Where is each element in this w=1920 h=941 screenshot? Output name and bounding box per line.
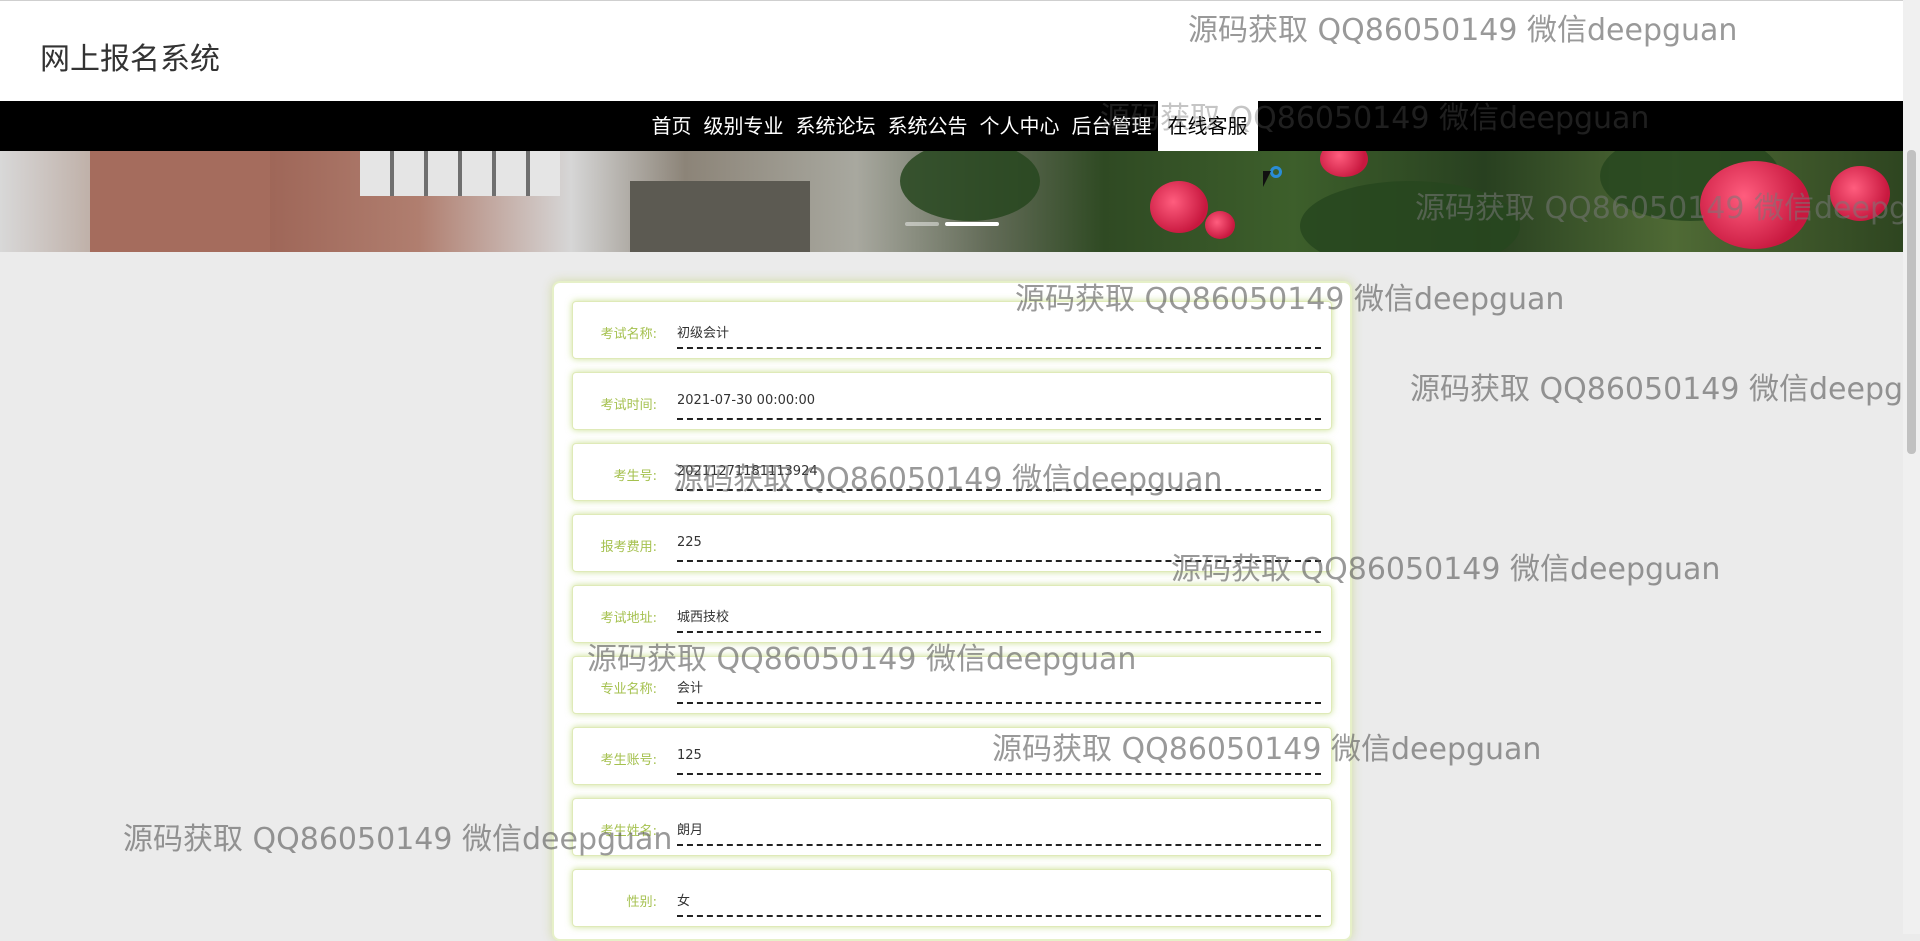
site-title: 网上报名系统 bbox=[40, 42, 220, 77]
field-label: 考生号: bbox=[613, 469, 657, 484]
field-label: 报考费用: bbox=[600, 540, 657, 555]
nav-item-level-major[interactable]: 级别专业 bbox=[698, 101, 790, 151]
banner-carousel[interactable] bbox=[0, 151, 1903, 252]
nav-item-announcements[interactable]: 系统公告 bbox=[882, 101, 974, 151]
exam-detail-card: 考试名称: 初级会计 考试时间: 2021-07-30 00:00:00 考生号… bbox=[552, 281, 1352, 941]
nav-item-forum[interactable]: 系统论坛 bbox=[790, 101, 882, 151]
banner-flower bbox=[1700, 161, 1810, 249]
field-label: 考试名称: bbox=[600, 327, 657, 342]
field-underline bbox=[677, 844, 1321, 846]
field-value: 125 bbox=[677, 748, 702, 763]
field-underline bbox=[677, 347, 1321, 349]
field-row-fee: 报考费用: 225 bbox=[572, 514, 1332, 572]
field-row-candidate-number: 考生号: 20211271181113924 bbox=[572, 443, 1332, 501]
banner-flower bbox=[1830, 166, 1890, 221]
field-underline bbox=[677, 418, 1321, 420]
field-row-exam-address: 考试地址: 城西技校 bbox=[572, 585, 1332, 643]
mouse-cursor-icon bbox=[1263, 171, 1279, 187]
nav-item-home[interactable]: 首页 bbox=[646, 101, 698, 151]
banner-leaf bbox=[900, 151, 1040, 221]
field-value: 女 bbox=[677, 894, 691, 909]
field-value: 20211271181113924 bbox=[677, 464, 818, 479]
field-underline bbox=[677, 915, 1321, 917]
field-label: 考生姓名: bbox=[600, 824, 657, 839]
field-row-major-name: 专业名称: 会计 bbox=[572, 656, 1332, 714]
banner-flower bbox=[1150, 181, 1208, 233]
field-underline bbox=[677, 773, 1321, 775]
banner-building-left bbox=[90, 151, 270, 252]
nav-item-admin[interactable]: 后台管理 bbox=[1066, 101, 1158, 151]
field-row-exam-name: 考试名称: 初级会计 bbox=[572, 301, 1332, 359]
field-value: 会计 bbox=[677, 681, 704, 696]
field-underline bbox=[677, 631, 1321, 633]
field-value: 朗月 bbox=[677, 823, 704, 838]
watermark-text: 源码获取 QQ86050149 微信deepguan bbox=[1410, 372, 1920, 407]
banner-building-center bbox=[630, 181, 810, 252]
field-label: 性别: bbox=[626, 895, 657, 910]
carousel-indicator[interactable] bbox=[905, 222, 939, 226]
field-underline bbox=[677, 489, 1321, 491]
field-label: 考试地址: bbox=[600, 611, 657, 626]
banner-flower bbox=[1205, 211, 1235, 239]
field-value: 2021-07-30 00:00:00 bbox=[677, 393, 816, 408]
banner-flower bbox=[1320, 151, 1368, 177]
field-value: 初级会计 bbox=[677, 326, 730, 341]
main-nav: 首页 级别专业 系统论坛 系统公告 个人中心 后台管理 在线客服 bbox=[0, 101, 1903, 151]
page-scrollbar[interactable] bbox=[1903, 0, 1920, 934]
top-header: 网上报名系统 bbox=[0, 0, 1903, 101]
carousel-indicator-active[interactable] bbox=[945, 222, 999, 226]
field-row-candidate-account: 考生账号: 125 bbox=[572, 727, 1332, 785]
field-label: 考生账号: bbox=[600, 753, 657, 768]
nav-item-personal-center[interactable]: 个人中心 bbox=[974, 101, 1066, 151]
nav-item-online-service[interactable]: 在线客服 bbox=[1157, 101, 1258, 151]
field-underline bbox=[677, 702, 1321, 704]
field-row-candidate-name: 考生姓名: 朗月 bbox=[572, 798, 1332, 856]
field-row-gender: 性别: 女 bbox=[572, 869, 1332, 927]
field-label: 专业名称: bbox=[600, 682, 657, 697]
banner-building-windows bbox=[360, 151, 560, 196]
scrollbar-thumb[interactable] bbox=[1907, 150, 1916, 454]
field-row-exam-time: 考试时间: 2021-07-30 00:00:00 bbox=[572, 372, 1332, 430]
field-value: 城西技校 bbox=[677, 610, 730, 625]
field-underline bbox=[677, 560, 1321, 562]
field-label: 考试时间: bbox=[600, 398, 657, 413]
field-value: 225 bbox=[677, 535, 702, 550]
banner-leaf bbox=[1300, 181, 1520, 252]
